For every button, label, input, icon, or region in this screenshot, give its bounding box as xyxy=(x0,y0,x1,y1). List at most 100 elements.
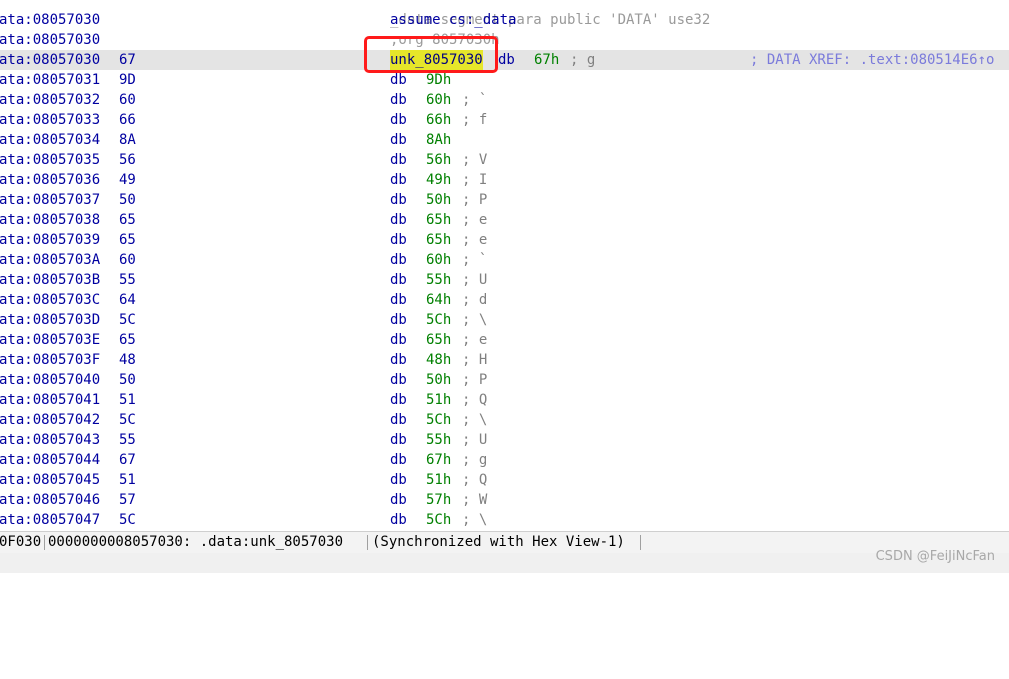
listing-row[interactable]: ata:08057031 9D db 9Dh xyxy=(0,70,1009,90)
char-comment: ; \ xyxy=(462,512,488,528)
mnemonic: db xyxy=(390,92,407,108)
listing-row[interactable]: ata:08057034 8A db 8Ah xyxy=(0,130,1009,150)
listing-row[interactable]: ata:08057044 67 db 67h ; g xyxy=(0,450,1009,470)
mnemonic: db xyxy=(390,472,407,488)
char-comment: ; \ xyxy=(462,312,488,328)
listing-row[interactable]: ata:08057030 ;org 8057030h xyxy=(0,30,1009,50)
listing-row[interactable]: ata:08057036 49 db 49h ; I xyxy=(0,170,1009,190)
operand-value: 50h xyxy=(426,192,452,208)
char-comment: ; e xyxy=(462,232,488,248)
hex-bytes: 5C xyxy=(119,312,136,328)
mnemonic: db xyxy=(390,372,407,388)
listing-partial-row: _data segment para public 'DATA' use32 xyxy=(0,0,1009,28)
operand-value: 49h xyxy=(426,172,452,188)
listing-row[interactable]: ata:08057045 51 db 51h ; Q xyxy=(0,470,1009,490)
listing-row[interactable]: ata:08057035 56 db 56h ; V xyxy=(0,150,1009,170)
listing-row[interactable]: ata:08057042 5C db 5Ch ; \ xyxy=(0,410,1009,430)
hex-bytes: 67 xyxy=(119,452,136,468)
address: ata:0805703D xyxy=(0,312,101,328)
hex-bytes: 5C xyxy=(119,412,136,428)
hex-bytes: 50 xyxy=(119,192,136,208)
hex-bytes: 64 xyxy=(119,292,136,308)
char-comment: ; W xyxy=(462,492,488,508)
hex-bytes: 55 xyxy=(119,272,136,288)
status-address: 0000000008057030: .data:unk_8057030 xyxy=(48,534,344,550)
listing-row[interactable]: ata:08057040 50 db 50h ; P xyxy=(0,370,1009,390)
address: ata:08057041 xyxy=(0,392,101,408)
mnemonic: db xyxy=(390,72,407,88)
operand-value: 5Ch xyxy=(426,312,452,328)
highlight-annotation-box xyxy=(364,36,498,73)
address: ata:08057040 xyxy=(0,372,101,388)
listing-row[interactable]: ata:0805703C 64 db 64h ; d xyxy=(0,290,1009,310)
char-comment: ; \ xyxy=(462,412,488,428)
listing-row[interactable]: ata:08057039 65 db 65h ; e xyxy=(0,230,1009,250)
mnemonic: db xyxy=(390,412,407,428)
listing-row[interactable]: ata:08057038 65 db 65h ; e xyxy=(0,210,1009,230)
address: ata:08057043 xyxy=(0,432,101,448)
mnemonic: db xyxy=(390,172,407,188)
address: ata:08057038 xyxy=(0,212,101,228)
address: ata:08057035 xyxy=(0,152,101,168)
status-offset: 0F030 xyxy=(0,534,42,550)
listing-row[interactable]: ata:08057043 55 db 55h ; U xyxy=(0,430,1009,450)
directive: assume cs:_data xyxy=(390,12,517,28)
listing-row[interactable]: ata:08057037 50 db 50h ; P xyxy=(0,190,1009,210)
char-comment: ; U xyxy=(462,432,488,448)
disassembly-listing[interactable]: _data segment para public 'DATA' use32 a… xyxy=(0,0,1009,530)
listing-row[interactable]: ata:0805703D 5C db 5Ch ; \ xyxy=(0,310,1009,330)
address: ata:0805703B xyxy=(0,272,101,288)
hex-bytes: 48 xyxy=(119,352,136,368)
mnemonic: db xyxy=(390,332,407,348)
char-comment: ; g xyxy=(462,452,488,468)
hex-bytes: 60 xyxy=(119,252,136,268)
mnemonic: db xyxy=(390,192,407,208)
char-comment: ; U xyxy=(462,272,488,288)
hex-bytes: 57 xyxy=(119,492,136,508)
listing-row[interactable]: ata:0805703E 65 db 65h ; e xyxy=(0,330,1009,350)
char-comment: ; Q xyxy=(462,392,488,408)
char-comment: ; g xyxy=(570,52,596,68)
hex-bytes: 55 xyxy=(119,432,136,448)
listing-row[interactable]: ata:0805703A 60 db 60h ; ` xyxy=(0,250,1009,270)
operand-value: 57h xyxy=(426,492,452,508)
listing-row[interactable]: ata:08057033 66 db 66h ; f xyxy=(0,110,1009,130)
status-sync: (Synchronized with Hex View-1) xyxy=(372,534,625,550)
char-comment: ; Q xyxy=(462,472,488,488)
operand-value: 65h xyxy=(426,212,452,228)
char-comment: ; P xyxy=(462,372,488,388)
address: ata:0805703C xyxy=(0,292,101,308)
address: ata:08057030 xyxy=(0,52,101,68)
hex-bytes: 60 xyxy=(119,92,136,108)
listing-row[interactable]: ata:08057032 60 db 60h ; ` xyxy=(0,90,1009,110)
listing-row[interactable]: ata:08057047 5C db 5Ch ; \ xyxy=(0,510,1009,530)
hex-bytes: 51 xyxy=(119,472,136,488)
hex-bytes: 56 xyxy=(119,152,136,168)
char-comment: ; V xyxy=(462,152,488,168)
operand-value: 51h xyxy=(426,472,452,488)
hex-bytes: 5C xyxy=(119,512,136,528)
mnemonic: db xyxy=(390,112,407,128)
hex-bytes: 49 xyxy=(119,172,136,188)
status-separator xyxy=(367,535,368,550)
operand-value: 51h xyxy=(426,392,452,408)
hex-bytes: 51 xyxy=(119,392,136,408)
operand-value: 56h xyxy=(426,152,452,168)
char-comment: ; ` xyxy=(462,92,488,108)
mnemonic: db xyxy=(390,352,407,368)
listing-row[interactable]: ata:0805703B 55 db 55h ; U xyxy=(0,270,1009,290)
operand-value: 9Dh xyxy=(426,72,452,88)
listing-row[interactable]: ata:08057046 57 db 57h ; W xyxy=(0,490,1009,510)
address: ata:08057047 xyxy=(0,512,101,528)
address: ata:08057034 xyxy=(0,132,101,148)
operand-value: 48h xyxy=(426,352,452,368)
hex-bytes: 65 xyxy=(119,232,136,248)
address: ata:08057030 xyxy=(0,32,101,48)
listing-row[interactable]: ata:08057030 67 unk_8057030 db 67h; g; DATA … xyxy=(0,50,1009,70)
listing-row[interactable]: ata:08057030 assume cs:_data xyxy=(0,10,1009,30)
mnemonic: db xyxy=(390,392,407,408)
listing-row[interactable]: ata:08057041 51 db 51h ; Q xyxy=(0,390,1009,410)
mnemonic: db xyxy=(390,232,407,248)
listing-row[interactable]: ata:0805703F 48 db 48h ; H xyxy=(0,350,1009,370)
address: ata:08057046 xyxy=(0,492,101,508)
